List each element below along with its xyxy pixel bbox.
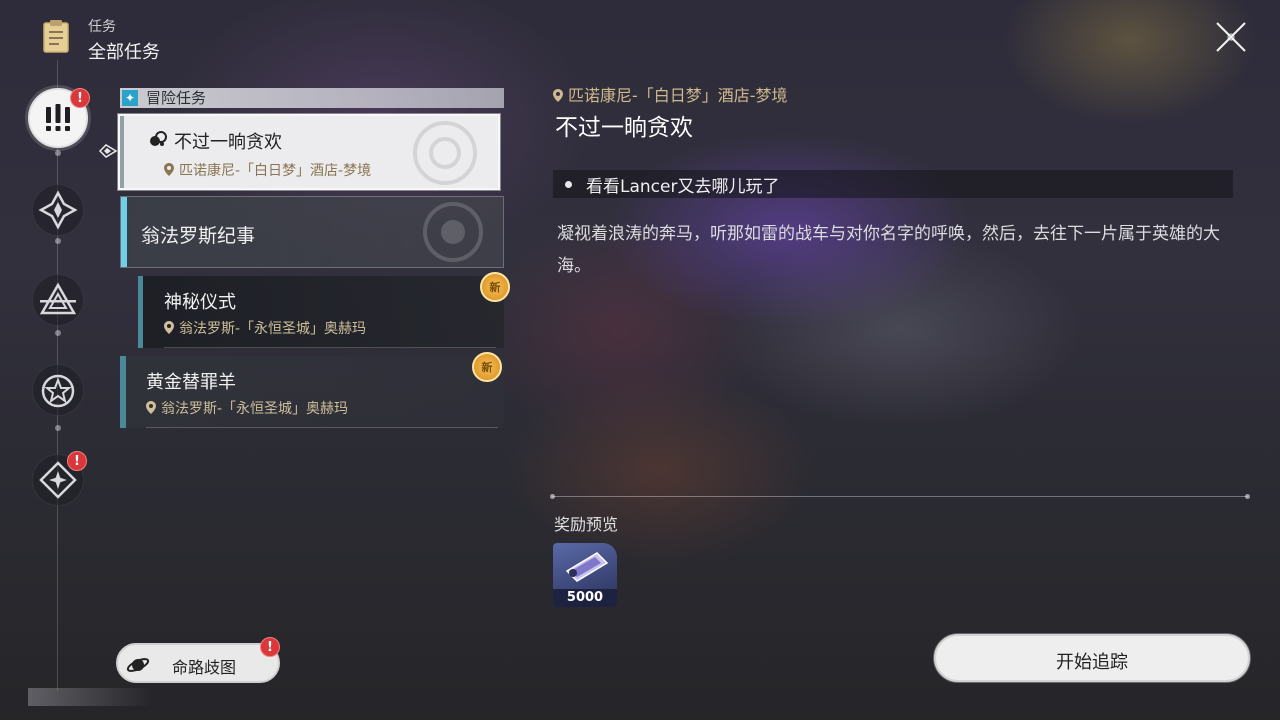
mission-objective: 看看Lancer又去哪儿玩了 [553,170,1233,198]
mission-location-text: 匹诺康尼-「白日梦」酒店-梦境 [179,163,372,179]
location-pin-icon [553,89,563,102]
category-label: 冒险任务 [146,89,207,107]
mission-item[interactable]: 神秘仪式 翁法罗斯-「永恒圣城」奥赫玛 新 [138,272,510,348]
rail-item-daily[interactable] [32,364,84,416]
trailblaze-exp-ticket-icon [565,552,609,582]
item-underline [146,427,498,428]
mission-type-icon [150,131,167,146]
mission-item[interactable]: 黄金替罪羊 翁法罗斯-「永恒圣城」奥赫玛 新 [120,352,504,428]
emblem-decoration-icon [413,121,477,185]
mission-location: 翁法罗斯-「永恒圣城」奥赫玛 [146,398,348,418]
companion-mission-icon [39,282,77,315]
rail-item-trailblaze[interactable] [32,184,84,236]
alert-badge: ! [70,88,90,108]
rail-dot [55,150,61,156]
reward-item[interactable]: 5000 [553,543,617,607]
detail-title: 不过一晌贪欢 [555,115,693,141]
fate-map-button[interactable]: 命路歧图 ! [116,637,280,683]
emblem-decoration-icon [423,202,483,262]
diamond-icon: ✦ [122,90,138,106]
selection-arrow-icon [98,143,118,159]
reward-preview-label: 奖励预览 [554,515,619,534]
mission-description: 凝视着浪涛的奔马，听那如雷的战车与对你名字的呼唤，然后，去往下一片属于英雄的大海… [557,224,1220,276]
mission-location-text: 翁法罗斯-「永恒圣城」奥赫玛 [179,321,367,337]
close-icon [1216,22,1246,52]
mission-item-selected[interactable]: 不过一晌贪欢 匹诺康尼-「白日梦」酒店-梦境 [118,114,500,190]
mission-location-text: 翁法罗斯-「永恒圣城」奥赫玛 [161,401,349,417]
page-title: 全部任务 [88,42,160,63]
start-tracking-button[interactable]: 开始追踪 [934,634,1250,682]
rail-item-adventure[interactable]: ! [28,88,90,148]
new-badge: 新 [472,352,502,382]
bullet-icon [565,181,572,188]
header-subtitle: 任务 [88,19,116,35]
mission-title: 不过一晌贪欢 [174,132,282,153]
mission-title: 神秘仪式 [164,292,236,313]
mission-location: 翁法罗斯-「永恒圣城」奥赫玛 [164,318,366,338]
close-button[interactable] [1214,20,1248,54]
trailblaze-mission-icon [38,190,78,230]
rail-dot [55,330,61,336]
start-tracking-label: 开始追踪 [1056,652,1128,673]
group-title: 翁法罗斯纪事 [141,225,256,247]
item-underline [164,347,496,348]
rail-dot [55,238,61,244]
bottom-decoration [28,688,152,706]
mission-title: 黄金替罪羊 [146,372,236,393]
detail-location: 匹诺康尼-「白日梦」酒店-梦境 [553,82,788,106]
new-badge: 新 [480,272,510,302]
rail-item-event[interactable]: ! [32,451,87,506]
category-header: ✦ 冒险任务 [120,88,504,108]
section-divider [550,494,1250,499]
location-pin-icon [146,401,156,414]
item-accent [120,116,124,188]
fate-map-label: 命路歧图 [172,658,237,677]
item-accent [138,276,143,348]
rail-item-companion[interactable] [32,274,84,326]
group-accent [121,197,127,267]
mission-location: 匹诺康尼-「白日梦」酒店-梦境 [164,160,371,180]
mission-group-header[interactable]: 翁法罗斯纪事 [120,196,504,268]
reward-quantity: 5000 [553,589,617,607]
location-pin-icon [164,321,174,334]
item-accent [120,356,126,428]
alert-badge: ! [67,451,87,471]
planet-icon [126,658,150,672]
rail-dot [55,425,61,431]
daily-mission-icon [41,374,75,408]
mission-log-icon [42,18,70,54]
detail-location-text: 匹诺康尼-「白日梦」酒店-梦境 [568,86,788,105]
objective-text: 看看Lancer又去哪儿玩了 [586,177,780,197]
location-pin-icon [164,163,174,176]
alert-badge: ! [260,637,280,657]
